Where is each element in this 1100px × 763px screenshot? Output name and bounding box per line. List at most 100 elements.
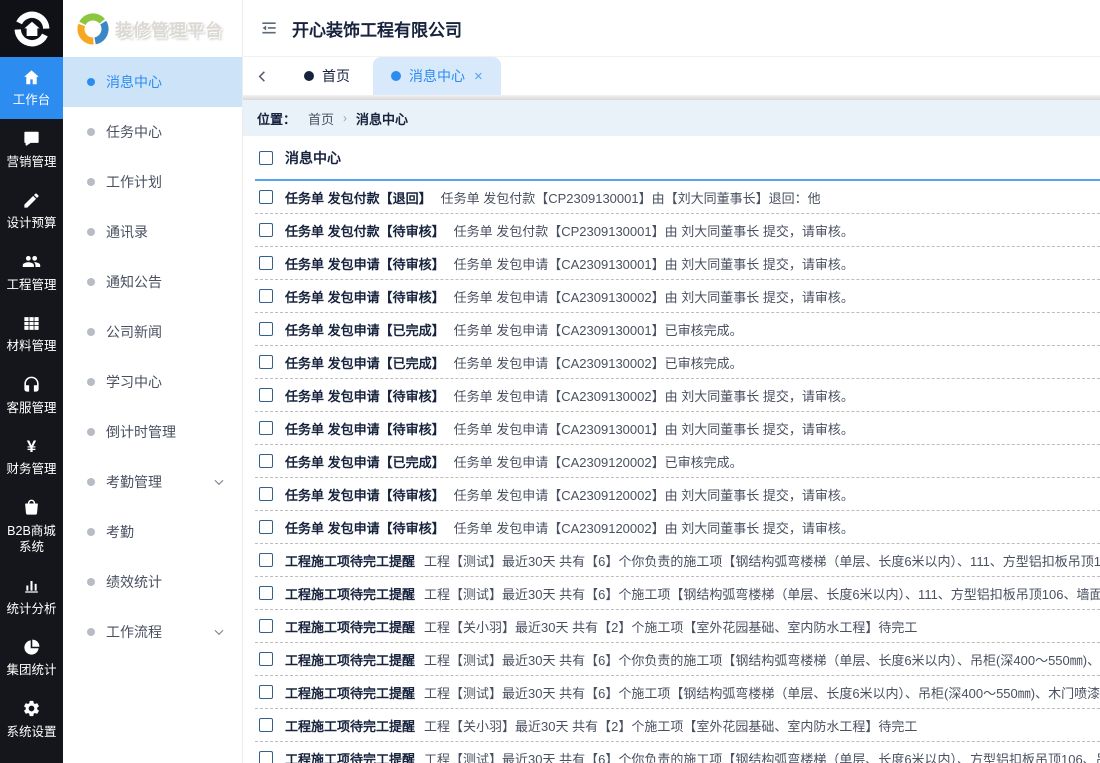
message-row[interactable]: 工程施工项待完工提醒工程【测试】最近30天 共有【6】个你负责的施工项【钢结构弧… xyxy=(255,544,1100,577)
row-checkbox[interactable] xyxy=(259,520,273,534)
row-checkbox[interactable] xyxy=(259,289,273,303)
row-checkbox[interactable] xyxy=(259,718,273,732)
message-row[interactable]: 工程施工项待完工提醒工程【关小羽】最近30天 共有【2】个施工项【室外花园基础、… xyxy=(255,610,1100,643)
row-checkbox[interactable] xyxy=(259,355,273,369)
message-row[interactable]: 任务单 发包申请【已完成】任务单 发包申请【CA2309130002】已审核完成… xyxy=(255,346,1100,379)
breadcrumb-home-link[interactable]: 首页 xyxy=(308,109,334,128)
bullet-dot-icon xyxy=(87,128,95,136)
row-checkbox[interactable] xyxy=(259,388,273,402)
message-title: 工程施工项待完工提醒 xyxy=(285,587,415,602)
message-row[interactable]: 工程施工项待完工提醒工程【关小羽】最近30天 共有【2】个施工项【室外花园基础、… xyxy=(255,709,1100,742)
sidebar-item-marketing[interactable]: 营销管理 xyxy=(0,119,63,181)
message-row[interactable]: 任务单 发包申请【已完成】任务单 发包申请【CA2309120002】已审核完成… xyxy=(255,445,1100,478)
message-row[interactable]: 工程施工项待完工提醒工程【测试】最近30天 共有【6】个施工项【钢结构弧弯楼梯（… xyxy=(255,577,1100,610)
row-checkbox[interactable] xyxy=(259,751,273,763)
sidebar-item-group-stats[interactable]: 集团统计 xyxy=(0,627,63,689)
row-checkbox[interactable] xyxy=(259,454,273,468)
message-row[interactable]: 任务单 发包申请【待审核】任务单 发包申请【CA2309130002】由 刘大同… xyxy=(255,379,1100,412)
message-title: 任务单 发包申请【已完成】 xyxy=(285,356,445,371)
sidebar-item-b2b-mall[interactable]: B2B商城系统 xyxy=(0,488,63,566)
submenu-item-attendance-management[interactable]: 考勤管理 xyxy=(63,457,242,507)
sidebar-item-statistics[interactable]: 统计分析 xyxy=(0,566,63,628)
submenu-item-label: 消息中心 xyxy=(106,72,162,92)
message-title: 任务单 发包申请【待审核】 xyxy=(285,521,445,536)
list-title: 消息中心 xyxy=(285,148,341,168)
select-all-checkbox[interactable] xyxy=(259,151,273,165)
submenu-item-company-news[interactable]: 公司新闻 xyxy=(63,307,242,357)
tab-scroll-left-icon[interactable] xyxy=(243,57,281,95)
platform-name: 装修管理平台 xyxy=(115,16,223,41)
message-body: 工程【测试】最近30天 共有【6】个施工项【钢结构弧弯楼梯（单层、长度6米以内）… xyxy=(424,686,1100,701)
menu-fold-icon[interactable] xyxy=(259,18,279,38)
secondary-nav: 消息中心 任务中心 工作计划 通讯录 通知公告 公司新闻 学习中心 倒计时管理 … xyxy=(63,57,242,657)
message-row[interactable]: 工程施工项待完工提醒工程【测试】最近30天 共有【6】个你负责的施工项【钢结构弧… xyxy=(255,742,1100,763)
message-row[interactable]: 工程施工项待完工提醒工程【测试】最近30天 共有【6】个施工项【钢结构弧弯楼梯（… xyxy=(255,676,1100,709)
message-body: 任务单 发包申请【CA2309130001】由 刘大同董事长 提交，请审核。 xyxy=(454,257,854,272)
bullet-dot-icon xyxy=(87,578,95,586)
sidebar-item-system-settings[interactable]: 系统设置 xyxy=(0,689,63,751)
row-checkbox[interactable] xyxy=(259,256,273,270)
message-rows: 任务单 发包付款【退回】任务单 发包付款【CP2309130001】由【刘大同董… xyxy=(255,181,1100,763)
message-body: 工程【测试】最近30天 共有【6】个你负责的施工项【钢结构弧弯楼梯（单层、长度6… xyxy=(424,653,1100,668)
main-area: 开心装饰工程有限公司 首页 消息中心 × 位置： 首页 › 消息中心 xyxy=(243,0,1100,763)
row-checkbox[interactable] xyxy=(259,223,273,237)
message-row[interactable]: 任务单 发包申请【已完成】任务单 发包申请【CA2309130001】已审核完成… xyxy=(255,313,1100,346)
submenu-item-label: 考勤管理 xyxy=(106,472,162,492)
sidebar-item-materials[interactable]: 材料管理 xyxy=(0,303,63,365)
chevron-down-icon xyxy=(212,625,226,639)
message-row[interactable]: 任务单 发包付款【退回】任务单 发包付款【CP2309130001】由【刘大同董… xyxy=(255,181,1100,214)
tab-message-center[interactable]: 消息中心 × xyxy=(373,57,501,95)
sidebar-item-project-management[interactable]: 工程管理 xyxy=(0,242,63,304)
row-checkbox[interactable] xyxy=(259,652,273,666)
row-checkbox[interactable] xyxy=(259,190,273,204)
sidebar-item-label: 工作台 xyxy=(13,92,51,109)
message-title: 任务单 发包申请【已完成】 xyxy=(285,455,445,470)
sidebar-item-label: 工程管理 xyxy=(6,277,56,294)
message-row[interactable]: 任务单 发包申请【待审核】任务单 发包申请【CA2309120002】由 刘大同… xyxy=(255,478,1100,511)
message-title: 任务单 发包付款【退回】 xyxy=(285,191,432,206)
message-row[interactable]: 任务单 发包申请【待审核】任务单 发包申请【CA2309120002】由 刘大同… xyxy=(255,511,1100,544)
row-checkbox[interactable] xyxy=(259,685,273,699)
message-title: 工程施工项待完工提醒 xyxy=(285,653,415,668)
message-row[interactable]: 任务单 发包申请【待审核】任务单 发包申请【CA2309130001】由 刘大同… xyxy=(255,247,1100,280)
sidebar-item-customer-service[interactable]: 客服管理 xyxy=(0,365,63,427)
submenu-item-attendance[interactable]: 考勤 xyxy=(63,507,242,557)
message-row[interactable]: 任务单 发包申请【待审核】任务单 发包申请【CA2309130001】由 刘大同… xyxy=(255,412,1100,445)
submenu-item-learning-center[interactable]: 学习中心 xyxy=(63,357,242,407)
row-checkbox[interactable] xyxy=(259,553,273,567)
sidebar-item-workbench[interactable]: 工作台 xyxy=(0,57,63,119)
bullet-dot-icon xyxy=(87,478,95,486)
row-checkbox[interactable] xyxy=(259,586,273,600)
submenu-item-contacts[interactable]: 通讯录 xyxy=(63,207,242,257)
row-checkbox[interactable] xyxy=(259,421,273,435)
tab-close-icon[interactable]: × xyxy=(474,69,483,84)
bullet-dot-icon xyxy=(87,378,95,386)
row-checkbox[interactable] xyxy=(259,322,273,336)
message-row[interactable]: 任务单 发包申请【待审核】任务单 发包申请【CA2309130002】由 刘大同… xyxy=(255,280,1100,313)
message-row[interactable]: 工程施工项待完工提醒工程【测试】最近30天 共有【6】个你负责的施工项【钢结构弧… xyxy=(255,643,1100,676)
sidebar-item-design-budget[interactable]: 设计预算 xyxy=(0,180,63,242)
row-checkbox[interactable] xyxy=(259,487,273,501)
breadcrumb-label: 位置： xyxy=(257,109,296,128)
app-logo[interactable] xyxy=(0,0,63,57)
submenu-item-announcements[interactable]: 通知公告 xyxy=(63,257,242,307)
bullet-dot-icon xyxy=(87,328,95,336)
submenu-item-countdown-management[interactable]: 倒计时管理 xyxy=(63,407,242,457)
submenu-item-label: 公司新闻 xyxy=(106,322,162,342)
message-body: 工程【测试】最近30天 共有【6】个你负责的施工项【钢结构弧弯楼梯（单层、长度6… xyxy=(424,554,1100,569)
tab-home[interactable]: 首页 xyxy=(281,57,373,95)
submenu-item-performance-stats[interactable]: 绩效统计 xyxy=(63,557,242,607)
message-body: 任务单 发包付款【CP2309130001】由【刘大同董事长】退回：他 xyxy=(441,191,821,206)
secondary-sidebar: 装修管理平台 消息中心 任务中心 工作计划 通讯录 通知公告 公司新闻 学习中心… xyxy=(63,0,243,763)
row-checkbox[interactable] xyxy=(259,619,273,633)
submenu-item-work-plan[interactable]: 工作计划 xyxy=(63,157,242,207)
submenu-item-label: 工作计划 xyxy=(106,172,162,192)
submenu-item-message-center[interactable]: 消息中心 xyxy=(63,57,242,107)
message-title: 工程施工项待完工提醒 xyxy=(285,752,415,763)
submenu-item-workflow[interactable]: 工作流程 xyxy=(63,607,242,657)
home-icon xyxy=(22,67,41,87)
sidebar-item-finance[interactable]: ¥ 财务管理 xyxy=(0,426,63,488)
chat-icon xyxy=(22,129,41,149)
message-row[interactable]: 任务单 发包付款【待审核】任务单 发包付款【CP2309130001】由 刘大同… xyxy=(255,214,1100,247)
submenu-item-task-center[interactable]: 任务中心 xyxy=(63,107,242,157)
